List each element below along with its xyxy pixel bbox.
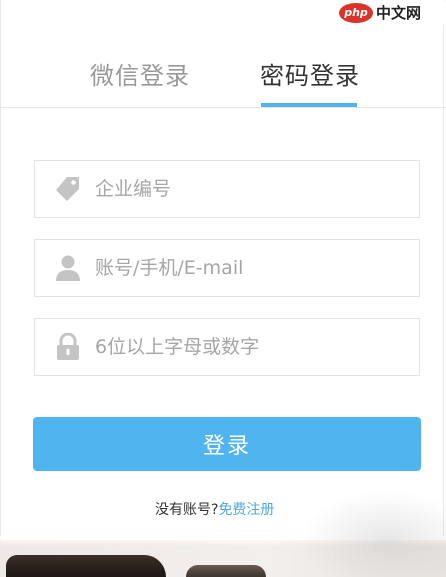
- company-id-field[interactable]: [34, 160, 420, 218]
- lock-icon: [57, 333, 79, 360]
- background-photo-shape: [6, 555, 166, 577]
- login-button[interactable]: 登录: [33, 417, 421, 471]
- account-input[interactable]: [95, 240, 405, 296]
- watermark-text: 中文网: [376, 4, 422, 22]
- site-watermark: php 中文网: [339, 1, 444, 25]
- register-prompt: 没有账号?免费注册: [155, 499, 274, 519]
- tab-wechat-login[interactable]: 微信登录: [90, 56, 190, 91]
- tag-icon: [56, 177, 79, 201]
- background-photo-shape: [186, 565, 266, 577]
- user-icon: [56, 255, 80, 281]
- password-field[interactable]: [34, 318, 420, 376]
- account-field[interactable]: [34, 239, 420, 297]
- free-register-link[interactable]: 免费注册: [218, 502, 274, 518]
- company-id-input[interactable]: [95, 161, 405, 217]
- active-tab-indicator: [261, 103, 357, 107]
- php-logo: php: [339, 3, 373, 23]
- password-input[interactable]: [95, 319, 405, 375]
- tab-password-login[interactable]: 密码登录: [260, 56, 360, 91]
- no-account-text: 没有账号?: [155, 502, 219, 518]
- corner-watermark: [300, 490, 446, 577]
